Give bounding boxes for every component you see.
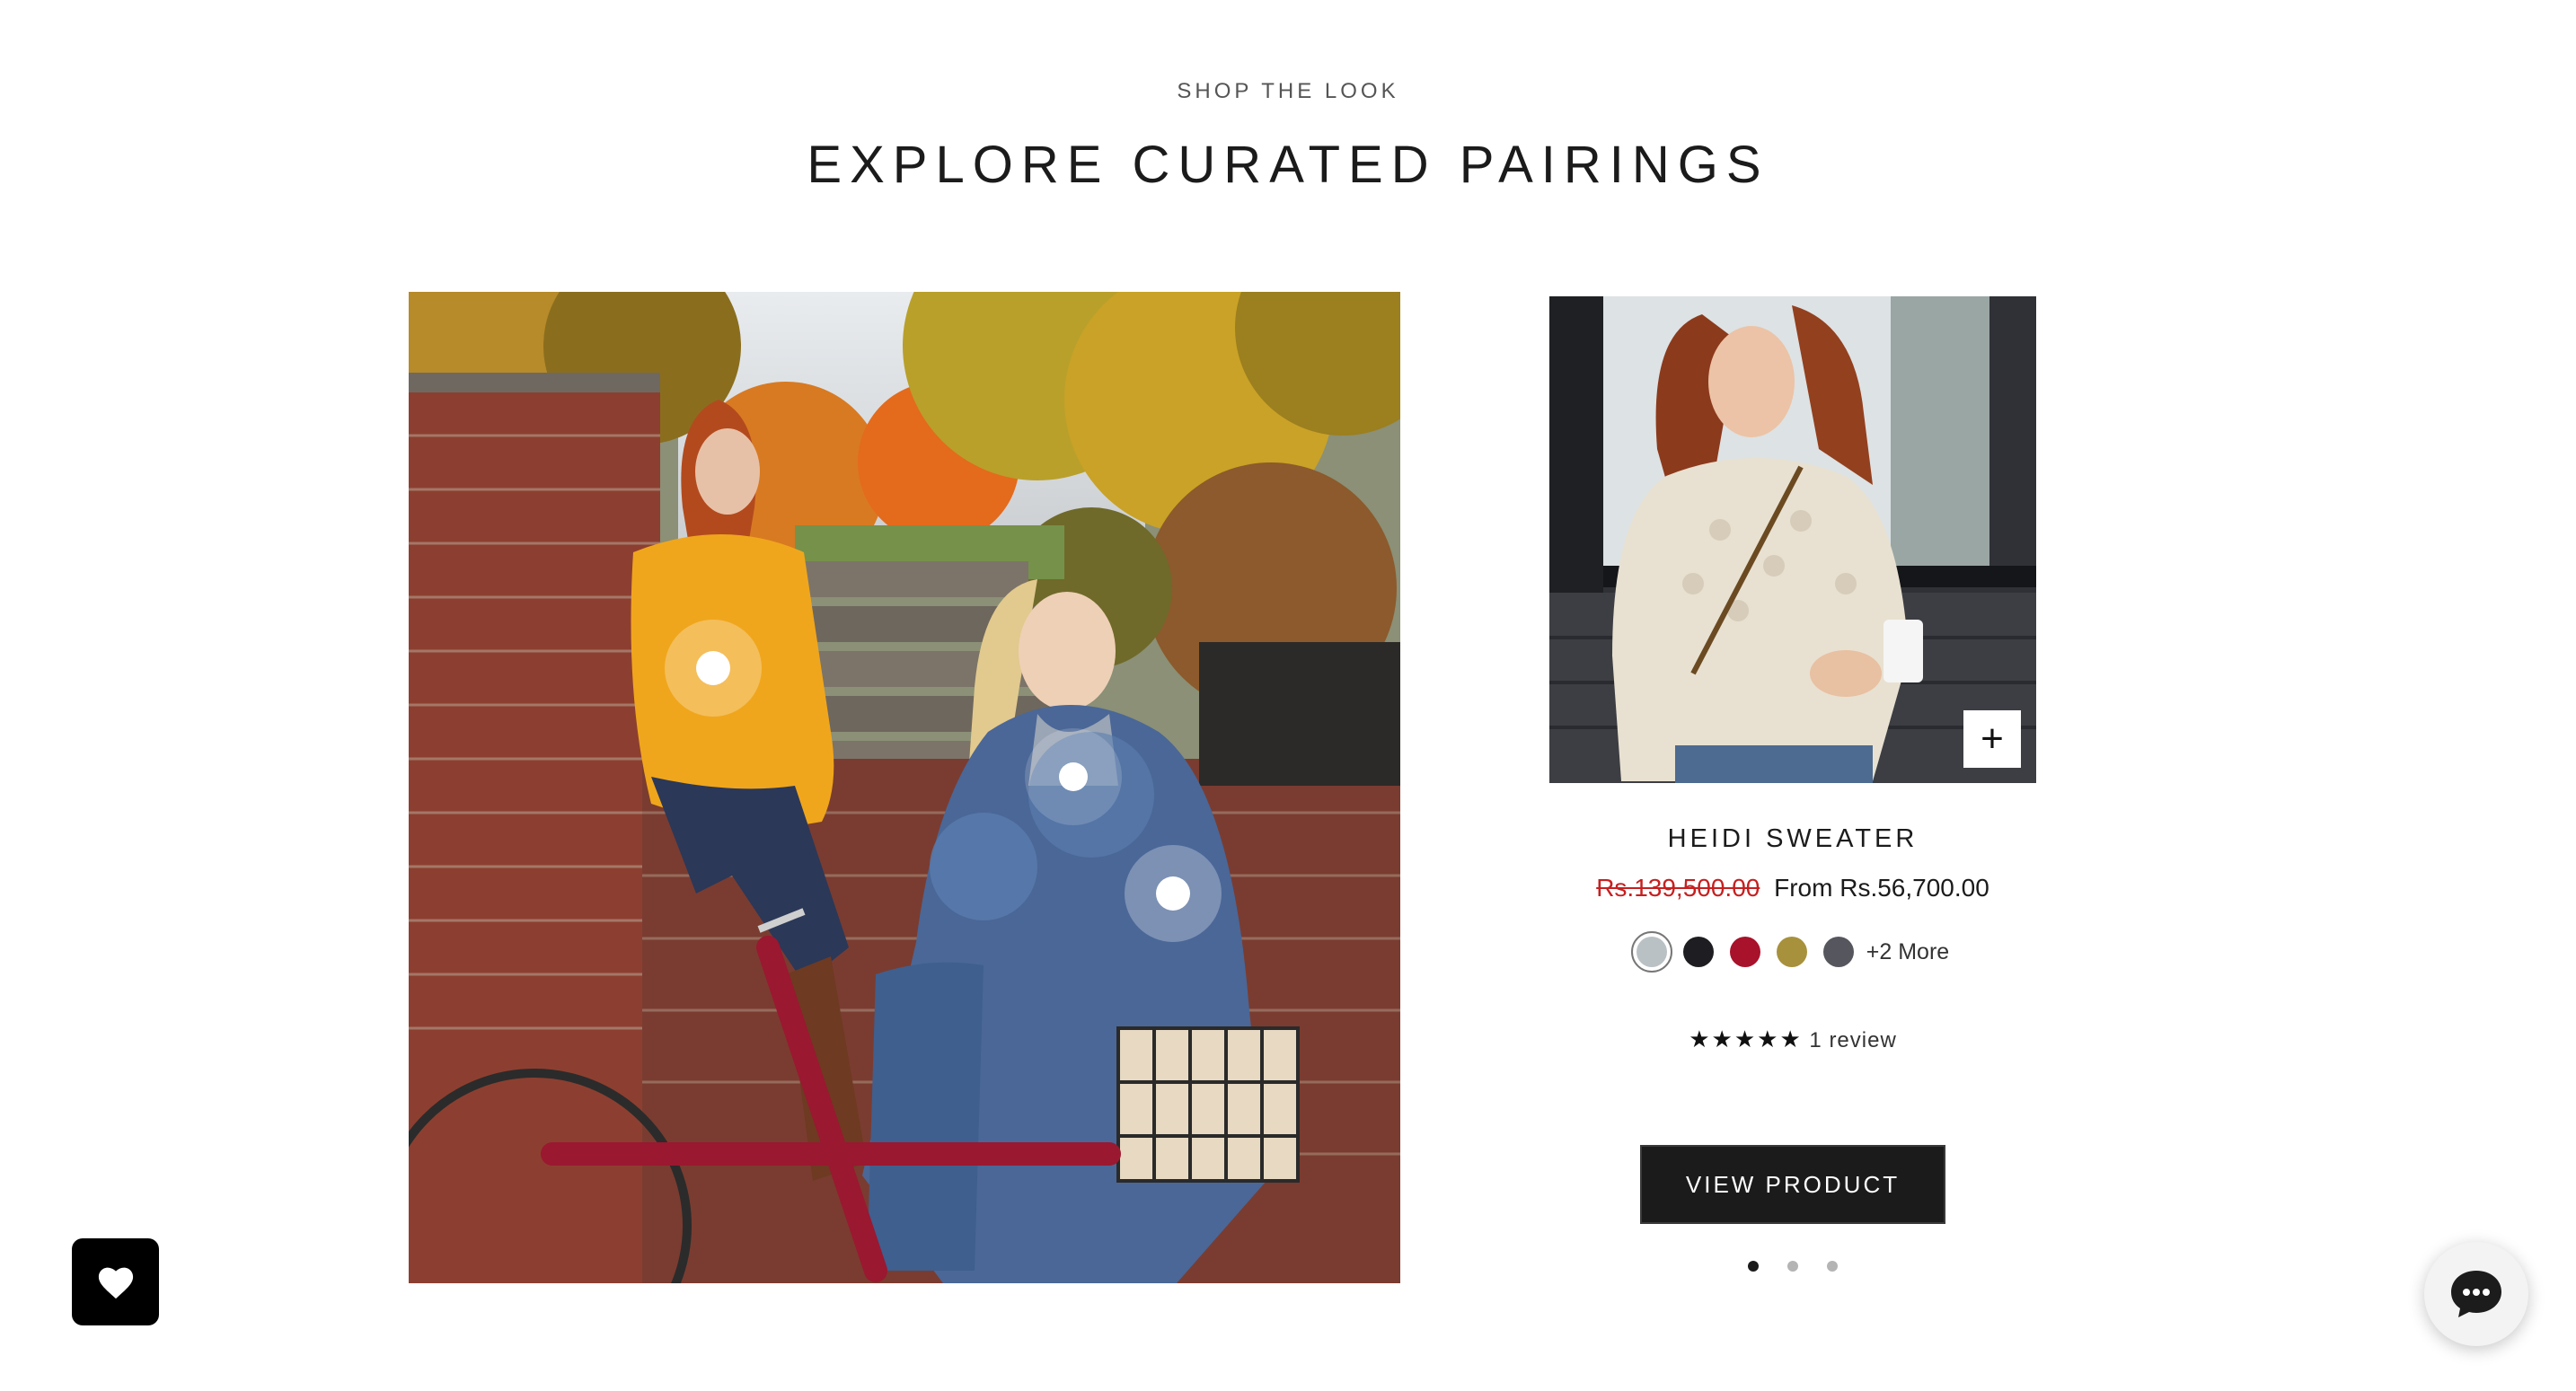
carousel-dot-3[interactable] — [1827, 1261, 1838, 1272]
product-title[interactable]: HEIDI SWEATER — [1460, 824, 2126, 854]
compare-at-price: Rs.139,500.00 — [1596, 874, 1760, 902]
swatch-gold[interactable] — [1776, 937, 1807, 967]
section-eyebrow: SHOP THE LOOK — [1177, 79, 1399, 103]
chat-bubble-icon — [2451, 1271, 2501, 1317]
wishlist-button[interactable] — [72, 1238, 159, 1325]
current-price: From Rs.56,700.00 — [1774, 874, 1989, 902]
chat-button[interactable] — [2424, 1242, 2528, 1346]
swatch-grey[interactable] — [1630, 931, 1672, 973]
view-product-button[interactable]: VIEW PRODUCT — [1640, 1145, 1945, 1224]
swatch-black[interactable] — [1682, 937, 1714, 967]
color-swatches: +2 More — [1460, 931, 2126, 973]
plus-icon: + — [1981, 717, 2004, 761]
product-image[interactable]: + — [1549, 296, 2036, 783]
lifestyle-photo — [409, 292, 1400, 1283]
swatch-red[interactable] — [1729, 937, 1760, 967]
hotspot-yellow-sweater[interactable] — [665, 620, 762, 717]
carousel-dot-1[interactable] — [1748, 1261, 1759, 1272]
rating[interactable]: ★★★★★ 1 review — [1460, 1026, 2126, 1053]
swatch-charcoal[interactable] — [1822, 937, 1854, 967]
lifestyle-image — [409, 292, 1400, 1283]
review-count: 1 review — [1809, 1028, 1897, 1052]
star-rating-icon: ★★★★★ — [1689, 1026, 1803, 1052]
carousel-dot-2[interactable] — [1787, 1261, 1798, 1272]
price-row: Rs.139,500.00 From Rs.56,700.00 — [1370, 874, 2216, 902]
hotspot-grey-top[interactable] — [1025, 728, 1122, 825]
carousel-dots — [1549, 1261, 2036, 1272]
quick-add-button[interactable]: + — [1963, 710, 2021, 768]
hotspot-blue-wrap[interactable] — [1125, 845, 1222, 942]
more-swatches-link[interactable]: +2 More — [1866, 939, 1949, 965]
heart-icon — [98, 1267, 133, 1299]
section-heading: EXPLORE CURATED PAIRINGS — [807, 136, 1769, 194]
